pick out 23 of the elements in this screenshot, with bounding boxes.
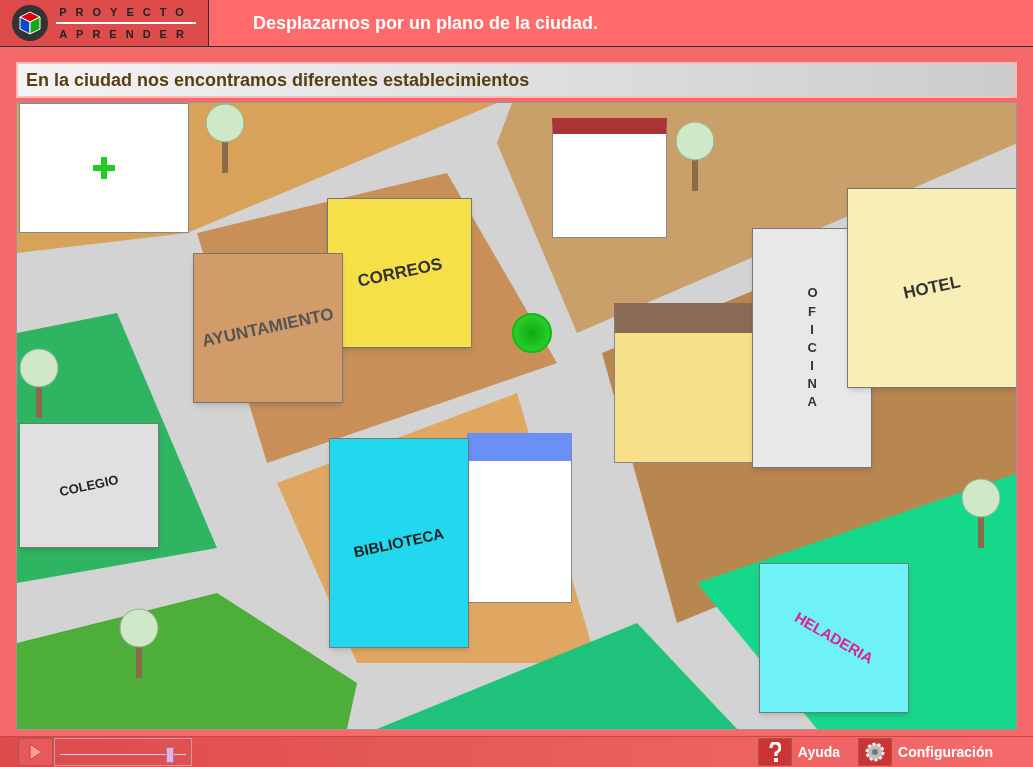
tree-icon <box>117 608 161 678</box>
logo-text: APRENDER <box>59 27 193 42</box>
page-title: Desplazarnos por un plano de la ciudad. <box>253 11 599 35</box>
slider-thumb[interactable] <box>165 747 174 763</box>
settings-button[interactable]: Configuración <box>858 738 993 766</box>
play-icon <box>28 743 43 761</box>
tree-icon <box>203 103 247 173</box>
building-sign: HOTEL <box>901 271 963 306</box>
building-sign: COLEGIO <box>57 470 121 501</box>
section-heading: En la ciudad nos encontramos diferentes establecimientos <box>26 68 530 92</box>
gear-icon <box>858 738 893 766</box>
play-button[interactable] <box>18 738 53 766</box>
cube-icon <box>12 5 48 41</box>
help-button[interactable]: Ayuda <box>757 738 841 766</box>
cross-icon <box>93 157 115 179</box>
building-sign: OFICINA <box>807 284 817 412</box>
question-mark-icon <box>757 738 792 766</box>
progress-slider[interactable] <box>54 738 192 766</box>
tree-icon <box>959 478 1003 548</box>
tree-icon <box>17 348 61 418</box>
building-sign: CORREOS <box>354 253 445 293</box>
logo-text: PROYECTO <box>59 4 193 20</box>
tree-icon <box>673 121 717 191</box>
